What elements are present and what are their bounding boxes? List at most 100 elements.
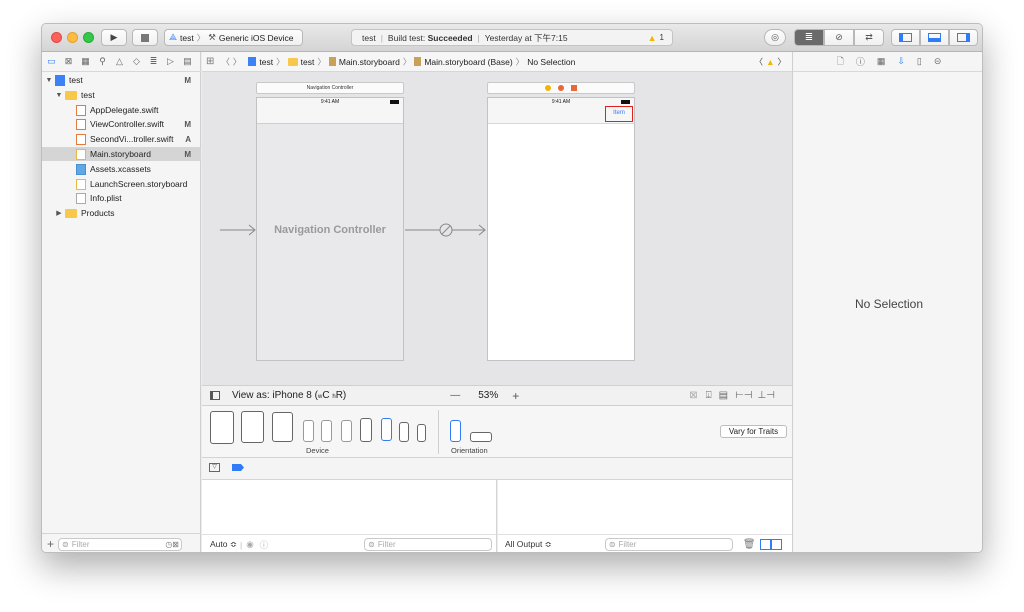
breakpoint-icon[interactable]: ▷ xyxy=(164,55,177,68)
breadcrumb[interactable]: Main.storyboard (Base) xyxy=(424,57,512,67)
symbol-icon[interactable]: ▦ xyxy=(79,55,92,68)
zoom-in-button[interactable]: + xyxy=(512,389,519,403)
resolve-issues-icon[interactable]: ⊥⊣ xyxy=(758,390,775,401)
issue-navigator[interactable]: 〈 ▲ 〉 xyxy=(755,56,786,68)
source-control-icon[interactable]: ⊠ xyxy=(62,55,75,68)
storyboard-canvas[interactable]: Navigation Controller 9:41 AM Navigation… xyxy=(202,72,792,385)
breadcrumb[interactable]: Main.storyboard xyxy=(339,57,400,67)
iphone-xs-icon[interactable] xyxy=(341,420,352,442)
scheme-selector[interactable]: ⟁ test 〉 ⚒ Generic iOS Device xyxy=(164,29,303,46)
view-controller-scene[interactable]: 9:41 AM Item xyxy=(487,97,635,361)
run-button[interactable]: ▶ xyxy=(101,29,127,46)
app-icon: ⟁ xyxy=(169,32,178,42)
iphone-xs-max-icon[interactable] xyxy=(303,420,314,442)
folder-icon[interactable]: ▭ xyxy=(45,55,58,68)
version-editor-button[interactable]: ⇄ xyxy=(854,29,884,46)
filter-input[interactable]: ⊜ Filter ◷⊠ xyxy=(58,537,183,551)
related-items-icon[interactable]: ⊞ xyxy=(206,56,214,67)
forward-icon[interactable]: 〉 xyxy=(233,56,242,68)
list-item[interactable]: ▶ Products xyxy=(42,206,201,220)
list-item[interactable]: Main.storyboard M xyxy=(42,147,201,161)
debug-icon[interactable]: ≣ xyxy=(147,55,160,68)
zoom-out-button[interactable]: — xyxy=(450,390,460,401)
warning-icon[interactable]: △ xyxy=(113,55,126,68)
standard-editor-button[interactable]: ≣ xyxy=(794,29,824,46)
toggle-inspector-button[interactable] xyxy=(949,29,978,46)
landscape-icon[interactable] xyxy=(470,432,492,442)
iphone-se-icon[interactable] xyxy=(399,422,409,442)
breadcrumb[interactable]: test xyxy=(259,57,273,67)
disclosure-triangle-icon[interactable]: ▼ xyxy=(55,92,63,99)
iphone-8-plus-icon[interactable] xyxy=(360,418,372,442)
search-icon[interactable]: ⚲ xyxy=(96,55,109,68)
scene-dock[interactable] xyxy=(487,82,635,94)
stop-button[interactable] xyxy=(132,29,158,46)
eye-icon[interactable]: ◉ xyxy=(246,539,253,550)
bar-button-item[interactable]: Item xyxy=(605,106,633,122)
list-item[interactable]: LaunchScreen.storyboard xyxy=(42,177,201,191)
ipad-icon[interactable] xyxy=(272,412,293,442)
console-view[interactable]: All Output ≎ ⊜ Filter 🗑 xyxy=(498,480,792,552)
split-view-icon[interactable] xyxy=(759,539,782,550)
portrait-icon[interactable] xyxy=(450,420,461,442)
forward-icon: 〉 xyxy=(777,56,786,67)
list-item[interactable]: AppDelegate.swift xyxy=(42,103,201,117)
warning-indicator[interactable]: ▲ 1 xyxy=(648,33,664,43)
device-configuration-bar: Device Orientation Vary for Traits xyxy=(202,406,792,458)
variables-filter-input[interactable]: ⊜ Filter xyxy=(364,538,493,551)
embed-in-icon[interactable]: ⍗ xyxy=(706,390,712,401)
iphone-8-icon[interactable] xyxy=(381,418,392,441)
iphone-4s-icon[interactable] xyxy=(417,424,426,442)
auto-selector[interactable]: Auto ≎ xyxy=(210,539,237,550)
recent-icon[interactable]: ◷⊠ xyxy=(165,540,179,549)
test-icon[interactable]: ◇ xyxy=(130,55,143,68)
minimize-window-button[interactable] xyxy=(67,32,78,43)
identity-inspector-icon[interactable]: ▦ xyxy=(877,56,886,67)
pin-icon[interactable]: ⊢⊣ xyxy=(735,390,752,401)
list-item[interactable]: Assets.xcassets xyxy=(42,162,201,176)
align-icon[interactable]: ▤ xyxy=(719,390,728,401)
add-icon[interactable]: + xyxy=(47,537,54,551)
view-as-label[interactable]: View as: iPhone 8 (wC hR) xyxy=(232,390,346,401)
breadcrumb[interactable]: test xyxy=(301,57,315,67)
file-inspector-icon[interactable]: 🗋 xyxy=(837,54,844,70)
list-item[interactable]: SecondVi...troller.swift A xyxy=(42,132,201,146)
quick-help-icon[interactable]: ⓘ xyxy=(856,55,865,68)
size-inspector-icon[interactable]: ▯ xyxy=(917,56,922,67)
navigation-controller-scene[interactable]: 9:41 AM Navigation Controller xyxy=(256,97,404,361)
zoom-window-button[interactable] xyxy=(83,32,94,43)
ipad-pro-12-icon[interactable] xyxy=(210,411,234,444)
connections-inspector-icon[interactable]: ⊝ xyxy=(934,56,942,67)
status-badge: A xyxy=(185,134,191,144)
document-outline-toggle-icon[interactable] xyxy=(210,391,220,400)
assistant-editor-button[interactable]: ⊘ xyxy=(824,29,854,46)
toggle-debug-button[interactable] xyxy=(920,29,949,46)
update-frames-icon[interactable]: ⊠ xyxy=(689,390,697,401)
list-item[interactable]: ▼ test M xyxy=(42,73,201,87)
attributes-inspector-icon[interactable]: ⇩ xyxy=(897,56,905,67)
library-button[interactable]: ◎ xyxy=(764,29,786,46)
breadcrumb[interactable]: No Selection xyxy=(527,57,575,67)
info-icon[interactable]: ⓘ xyxy=(260,539,269,551)
hide-debug-area-icon[interactable]: ▽ xyxy=(209,463,220,472)
disclosure-triangle-icon[interactable]: ▼ xyxy=(45,77,53,84)
toggle-navigator-button[interactable] xyxy=(891,29,920,46)
output-selector[interactable]: All Output ≎ xyxy=(505,539,552,550)
list-item-label: Assets.xcassets xyxy=(90,164,151,174)
trash-icon[interactable]: 🗑 xyxy=(743,539,756,550)
list-item[interactable]: ViewController.swift M xyxy=(42,117,201,131)
close-window-button[interactable] xyxy=(51,32,62,43)
variables-view[interactable]: Auto ≎ | ◉ ⓘ ⊜ Filter xyxy=(202,480,497,552)
list-item[interactable]: ▼ test xyxy=(42,88,201,102)
ipad-pro-10-icon[interactable] xyxy=(241,411,264,443)
disclosure-triangle-icon[interactable]: ▶ xyxy=(55,209,63,217)
back-icon[interactable]: 〈 xyxy=(221,56,230,68)
view-as-text: View as: iPhone 8 ( xyxy=(232,390,318,401)
console-filter-input[interactable]: ⊜ Filter xyxy=(604,538,733,551)
vary-for-traits-button[interactable]: Vary for Traits xyxy=(720,425,787,438)
iphone-xr-icon[interactable] xyxy=(321,420,332,442)
list-item[interactable]: Info.plist xyxy=(42,191,201,205)
breakpoints-toggle-icon[interactable] xyxy=(232,464,244,471)
scene-dock[interactable]: Navigation Controller xyxy=(256,82,404,94)
report-icon[interactable]: ▤ xyxy=(181,55,194,68)
